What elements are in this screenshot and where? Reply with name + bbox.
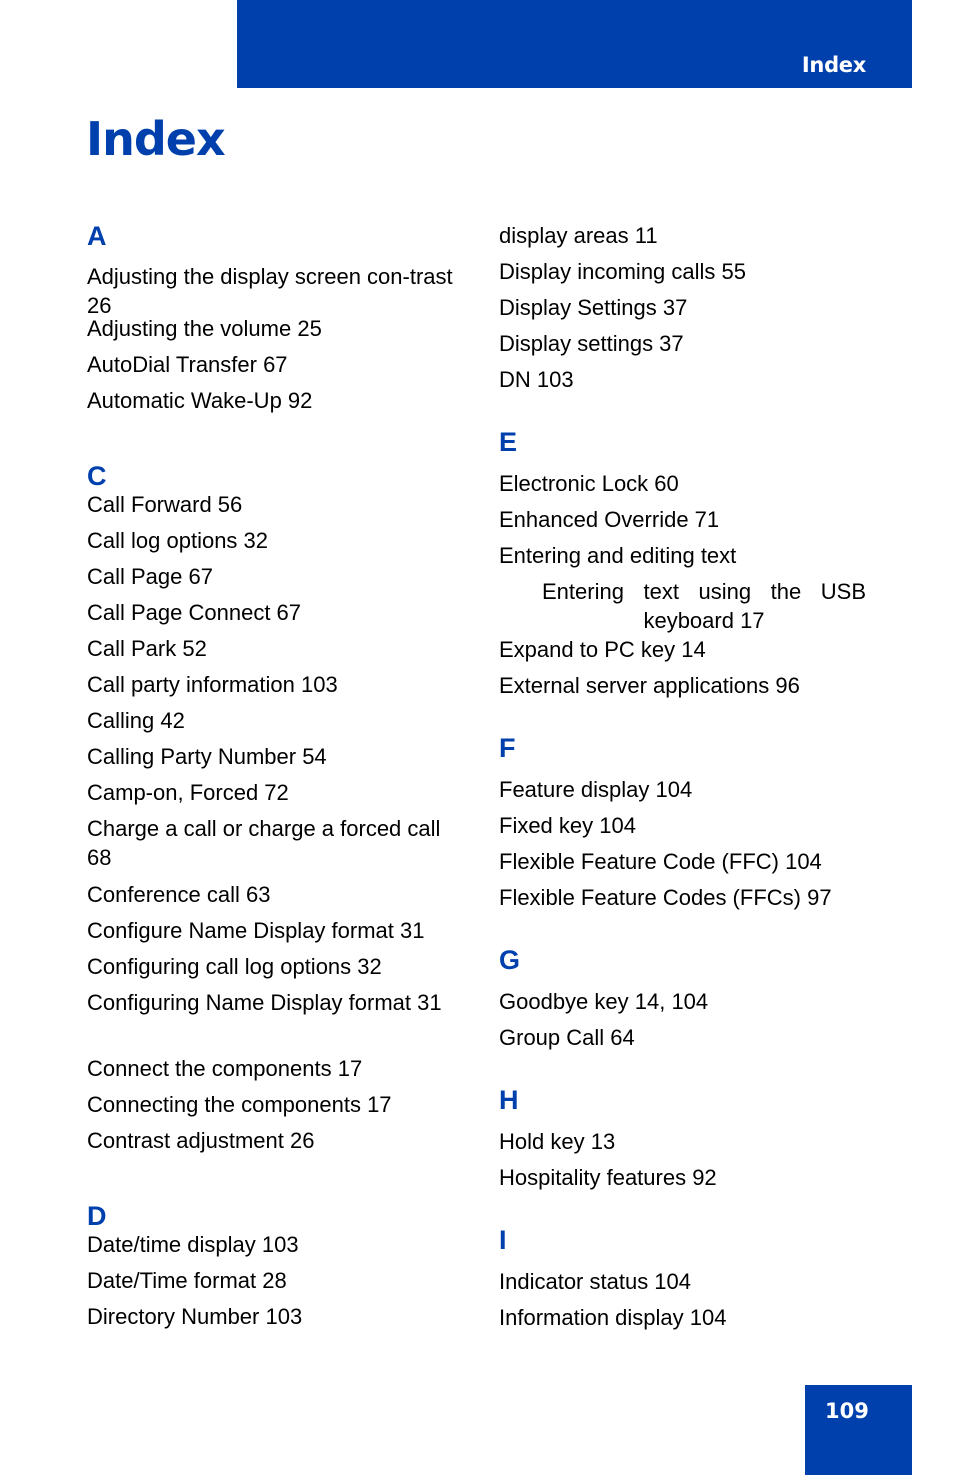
index-entry: Charge a call or charge a forced call 68 bbox=[87, 816, 441, 870]
index-entry: Hospitality features 92 bbox=[499, 1165, 717, 1190]
index-entry: Call Page Connect 67 bbox=[87, 600, 302, 625]
index-entry: display areas 11 bbox=[499, 223, 658, 248]
index-subentry: Entering text using the USB keyboard 17 bbox=[542, 579, 866, 633]
index-letter-heading: A bbox=[87, 221, 107, 251]
index-entry: Call log options 32 bbox=[87, 528, 269, 553]
index-entry: Camp-on, Forced 72 bbox=[87, 780, 289, 805]
index-entry: Flexible Feature Codes (FFCs) 97 bbox=[499, 885, 832, 910]
page-number-box: 109 bbox=[805, 1385, 912, 1475]
index-entry: Connect the components 17 bbox=[87, 1056, 363, 1081]
index-entry: Display settings 37 bbox=[499, 331, 684, 356]
index-entry: Call Page 67 bbox=[87, 564, 213, 589]
index-letter-heading: E bbox=[499, 427, 518, 457]
index-entry: Call Park 52 bbox=[87, 636, 207, 661]
index-entry: Connecting the components 17 bbox=[87, 1092, 392, 1117]
index-entry: DN 103 bbox=[499, 367, 574, 392]
index-entry: Calling Party Number 54 bbox=[87, 744, 327, 769]
index-letter-heading: F bbox=[499, 733, 516, 763]
index-entry: Adjusting the volume 25 bbox=[87, 316, 322, 341]
index-entry: Expand to PC key 14 bbox=[499, 637, 706, 662]
index-entry: Configure Name Display format 31 bbox=[87, 918, 425, 943]
index-letter-heading: G bbox=[499, 945, 521, 975]
index-letter-heading: I bbox=[499, 1225, 507, 1255]
index-entry: Display incoming calls 55 bbox=[499, 259, 746, 284]
index-entry: Entering and editing text bbox=[499, 543, 737, 568]
page-number: 109 bbox=[825, 1399, 869, 1423]
index-entry: External server applications 96 bbox=[499, 673, 800, 698]
header-bar: Index bbox=[237, 0, 912, 88]
index-letter-heading: C bbox=[87, 461, 107, 491]
index-entry: Electronic Lock 60 bbox=[499, 471, 679, 496]
index-entry: Configuring Name Display format 31 bbox=[87, 990, 442, 1015]
index-entry: Call Forward 56 bbox=[87, 492, 243, 517]
index-entry: Contrast adjustment 26 bbox=[87, 1128, 315, 1153]
index-entry: Call party information 103 bbox=[87, 672, 338, 697]
index-entry: Flexible Feature Code (FFC) 104 bbox=[499, 849, 822, 874]
index-entry: Enhanced Override 71 bbox=[499, 507, 720, 532]
index-entry: Adjusting the display screen con-trast 2… bbox=[87, 264, 453, 318]
index-entry: Group Call 64 bbox=[499, 1025, 635, 1050]
page-title: Index bbox=[86, 112, 226, 166]
index-entry: Indicator status 104 bbox=[499, 1269, 692, 1294]
index-entry: Feature display 104 bbox=[499, 777, 693, 802]
index-entry: Calling 42 bbox=[87, 708, 185, 733]
index-letter-heading: D bbox=[87, 1201, 107, 1231]
index-letter-heading: H bbox=[499, 1085, 519, 1115]
header-section-label: Index bbox=[801, 53, 866, 77]
index-entry: Fixed key 104 bbox=[499, 813, 636, 838]
index-entry: AutoDial Transfer 67 bbox=[87, 352, 288, 377]
index-entry: Information display 104 bbox=[499, 1305, 727, 1330]
index-entry: Goodbye key 14, 104 bbox=[499, 989, 709, 1014]
index-entry: Display Settings 37 bbox=[499, 295, 688, 320]
index-entry: Configuring call log options 32 bbox=[87, 954, 382, 979]
index-entry: Date/Time format 28 bbox=[87, 1268, 287, 1293]
index-entry: Conference call 63 bbox=[87, 882, 271, 907]
index-entry: Date/time display 103 bbox=[87, 1232, 299, 1257]
index-entry: Directory Number 103 bbox=[87, 1304, 303, 1329]
index-entry: Automatic Wake-Up 92 bbox=[87, 388, 313, 413]
index-entry: Hold key 13 bbox=[499, 1129, 616, 1154]
